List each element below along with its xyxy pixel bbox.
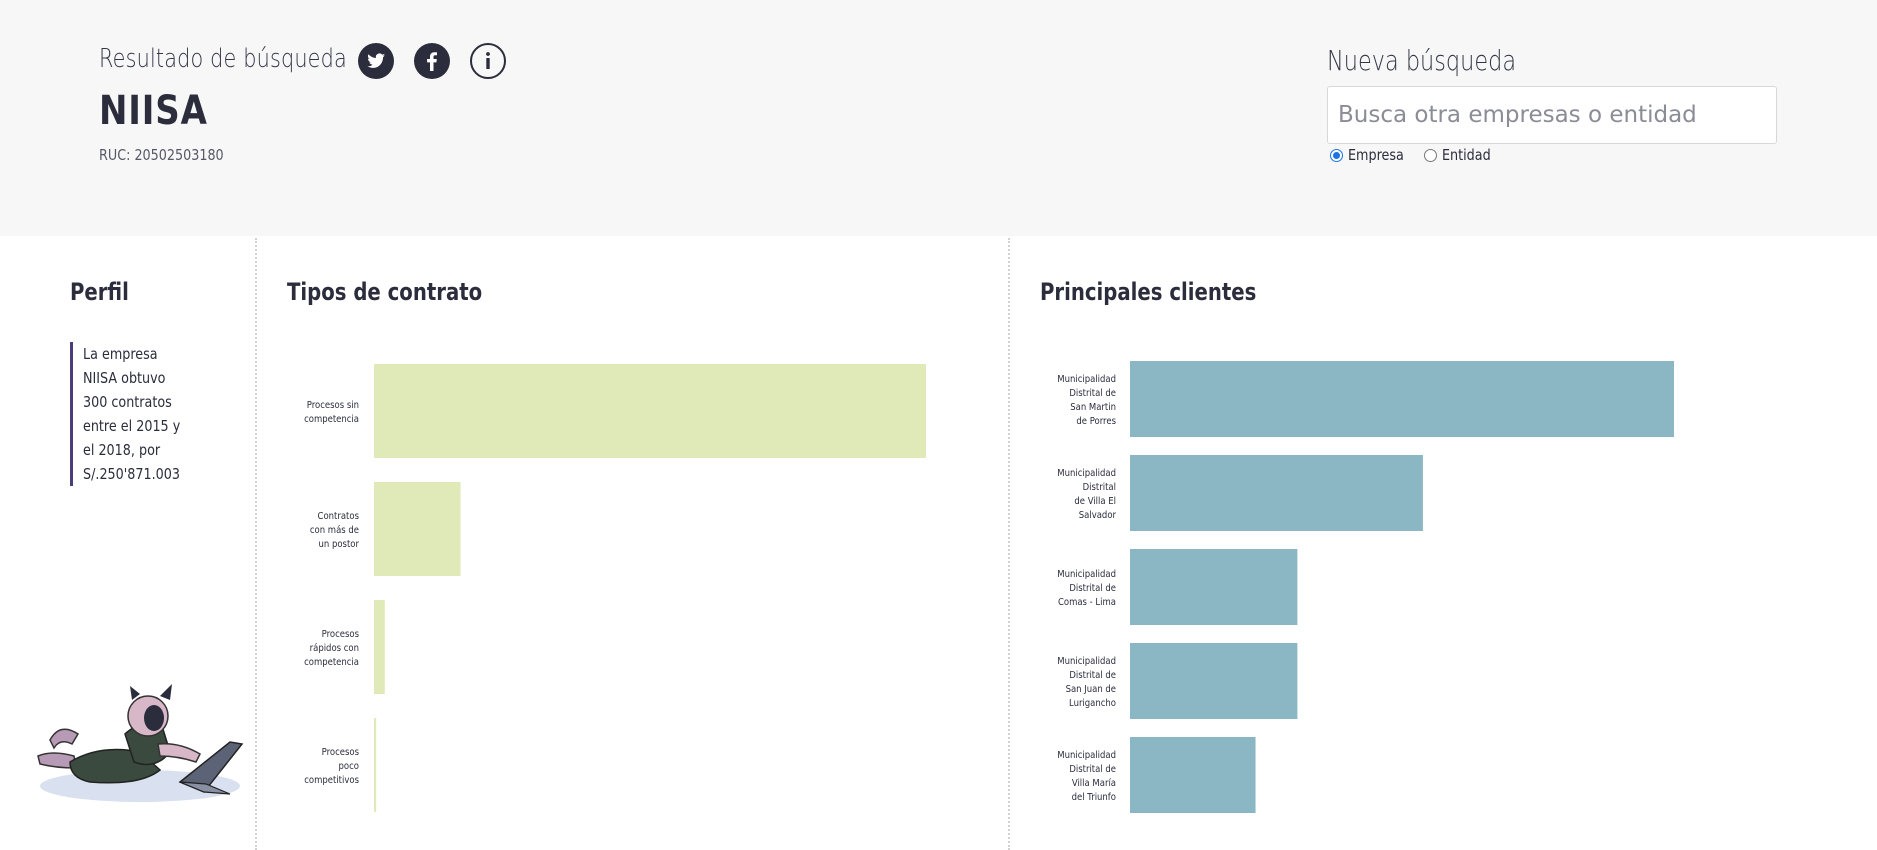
radio-empresa[interactable]: [1330, 148, 1343, 162]
bar-0[interactable]: [1130, 361, 1674, 437]
bar-1[interactable]: [374, 482, 461, 576]
contract-types-chart: Procesos sin competencia Contratos con más …: [304, 364, 926, 812]
bar-1[interactable]: [1130, 455, 1423, 531]
info-icon[interactable]: [470, 43, 506, 79]
top-clients-chart: Municipalidad Distrital de San Martin de Po…: [1057, 361, 1674, 813]
contract-types-title: Tipos de contrato: [287, 278, 483, 306]
ruc-number: RUC: 20502503180: [99, 146, 224, 164]
column-divider: [1008, 238, 1010, 850]
category-label-2: Procesos rápidos con competencia: [304, 628, 359, 668]
category-label-3: Municipalidad Distrital de San Juan de Luri…: [1057, 655, 1116, 709]
bar-0[interactable]: [374, 364, 926, 458]
search-input[interactable]: [1327, 86, 1777, 144]
category-label-0: Procesos sin competencia: [304, 399, 359, 425]
bar-3[interactable]: [374, 718, 377, 812]
robot-illustration: [37, 684, 244, 802]
category-label-2: Municipalidad Distrital de Comas - Lima: [1057, 568, 1116, 608]
profile-title: Perfil: [70, 278, 129, 306]
category-label-0: Municipalidad Distrital de San Martin de Po…: [1057, 373, 1116, 427]
radio-entidad[interactable]: [1423, 148, 1437, 162]
bar-4[interactable]: [1130, 737, 1256, 813]
header: Resultado de búsqueda NIISA RUC: 2050250…: [0, 0, 1877, 236]
category-label-4: Municipalidad Distrital de Villa María del …: [1057, 749, 1116, 803]
radio-entidad-label[interactable]: Entidad: [1442, 146, 1499, 164]
company-name: NIISA: [99, 88, 208, 134]
profile-summary: La empresa NIISA obtuvo 300 contratos en…: [70, 342, 190, 486]
category-label-1: Municipalidad Distrital de Villa El Salvado…: [1057, 467, 1116, 521]
radio-empresa-label[interactable]: Empresa: [1348, 146, 1414, 164]
category-label-1: Contratos con más de un postor: [310, 510, 359, 550]
bar-3[interactable]: [1130, 643, 1298, 719]
top-clients-title: Principales clientes: [1040, 278, 1257, 306]
twitter-icon[interactable]: [358, 43, 394, 79]
search-type-options: Empresa Entidad: [1330, 146, 1509, 164]
bar-2[interactable]: [1130, 549, 1298, 625]
bar-2[interactable]: [374, 600, 385, 694]
facebook-icon[interactable]: [414, 43, 450, 79]
category-label-3: Procesos poco competitivos: [304, 746, 359, 786]
new-search-title: Nueva búsqueda: [1327, 44, 1517, 77]
